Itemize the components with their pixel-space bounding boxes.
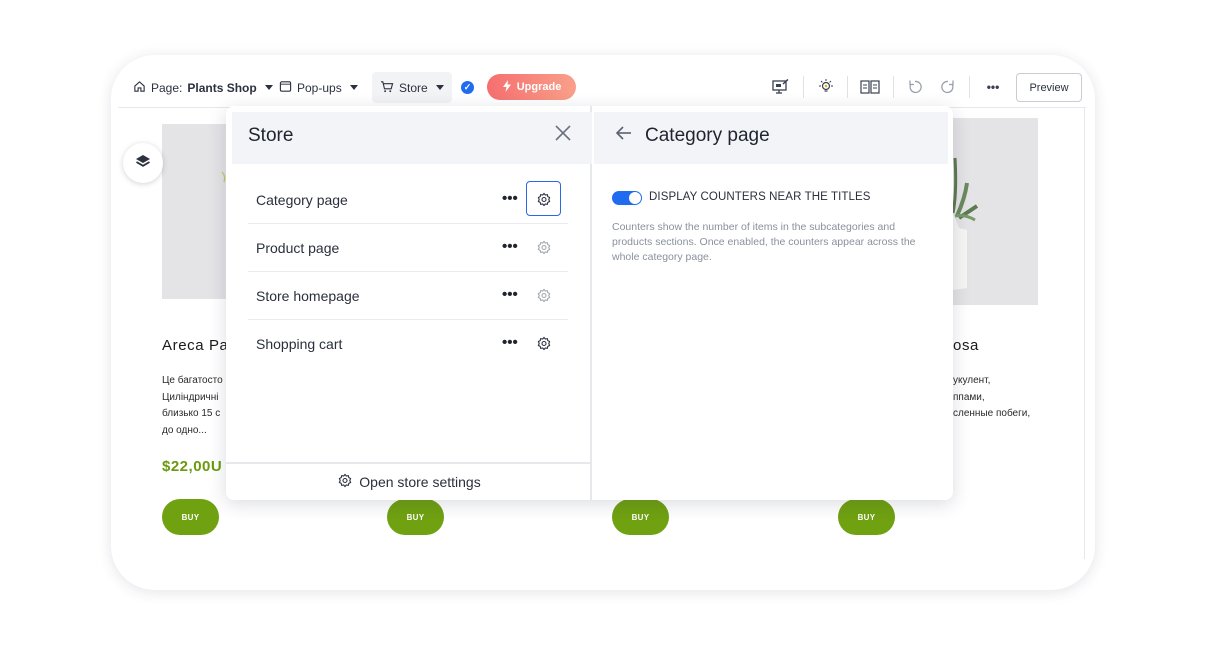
list-item-category-page[interactable]: Category page ••• xyxy=(248,176,568,224)
list-item-store-homepage[interactable]: Store homepage ••• xyxy=(248,272,568,320)
gear-icon[interactable] xyxy=(535,287,553,305)
popups-label: Pop-ups xyxy=(297,80,342,95)
list-item-label: Store homepage xyxy=(256,287,360,304)
store-pages-column: Store Category page ••• Product page ••• xyxy=(226,106,592,500)
desc-line: сленные побеги, xyxy=(953,408,1031,419)
more-icon[interactable]: ••• xyxy=(502,238,518,255)
book-icon[interactable] xyxy=(860,77,880,97)
toggle-knob xyxy=(629,192,641,204)
chevron-down-icon xyxy=(349,85,358,90)
more-icon[interactable]: ••• xyxy=(502,190,518,207)
home-icon xyxy=(133,80,146,96)
buy-button[interactable]: BUY xyxy=(387,499,444,535)
layers-button[interactable] xyxy=(123,143,163,183)
upgrade-label: Upgrade xyxy=(516,81,562,93)
detail-panel-title: Category page xyxy=(645,125,770,146)
page-prefix: Page: xyxy=(151,80,183,95)
upgrade-button[interactable]: Upgrade xyxy=(487,74,576,100)
more-icon[interactable]: ••• xyxy=(983,77,1003,97)
desc-line: Це багатосто xyxy=(162,375,223,386)
display-counters-toggle[interactable] xyxy=(612,191,642,205)
product-title[interactable]: osa xyxy=(953,337,979,354)
popup-window-icon xyxy=(279,80,292,96)
lightbulb-icon[interactable] xyxy=(816,77,836,97)
product-description: укулент, ппами, сленные побеги, xyxy=(953,373,1030,423)
store-label: Store xyxy=(399,80,428,95)
redo-icon[interactable] xyxy=(938,77,958,97)
buy-button[interactable]: BUY xyxy=(838,499,895,535)
layers-icon xyxy=(134,153,152,174)
page-selector[interactable]: Page: Plants Shop xyxy=(127,72,279,103)
check-badge-icon: ✓ xyxy=(461,81,474,94)
gear-icon xyxy=(337,473,353,492)
store-menu[interactable]: Store xyxy=(372,72,452,103)
list-item-product-page[interactable]: Product page ••• xyxy=(248,224,568,272)
close-icon[interactable] xyxy=(553,123,573,143)
product-title[interactable]: Areca Pa xyxy=(162,337,229,354)
product-price: $22,00U xyxy=(162,458,223,475)
lightning-icon xyxy=(502,79,512,95)
toolbar-divider xyxy=(803,76,804,98)
undo-icon[interactable] xyxy=(905,77,925,97)
desc-line: до одно... xyxy=(162,424,207,436)
store-panel: Store Category page ••• Product page ••• xyxy=(226,106,953,500)
toolbar-divider xyxy=(969,76,970,98)
plant-leaf-icon xyxy=(221,171,226,183)
more-icon[interactable]: ••• xyxy=(502,334,518,351)
gear-icon[interactable] xyxy=(535,239,553,257)
category-page-settings: Category page DISPLAY COUNTERS NEAR THE … xyxy=(594,106,953,500)
toolbar-divider xyxy=(847,76,848,98)
desc-line: Циліндричні xyxy=(162,391,219,403)
product-image[interactable] xyxy=(951,118,1038,305)
display-counters-help-text: Counters show the number of items in the… xyxy=(612,221,916,263)
popups-menu[interactable]: Pop-ups xyxy=(273,72,364,103)
list-item-shopping-cart[interactable]: Shopping cart ••• xyxy=(248,320,568,368)
canvas-edge xyxy=(1084,107,1085,559)
desc-line: укулент, xyxy=(953,375,991,386)
buy-button[interactable]: BUY xyxy=(612,499,669,535)
list-item-label: Product page xyxy=(256,239,340,256)
preview-button[interactable]: Preview xyxy=(1016,73,1082,102)
succulent-plant-icon xyxy=(951,157,979,290)
product-image[interactable] xyxy=(162,124,228,299)
store-panel-title: Store xyxy=(248,125,294,146)
gear-icon[interactable] xyxy=(535,335,553,353)
display-counters-label: DISPLAY COUNTERS NEAR THE TITLES xyxy=(649,191,871,203)
chevron-down-icon xyxy=(264,85,273,90)
list-item-label: Shopping cart xyxy=(256,336,343,352)
buy-button[interactable]: BUY xyxy=(162,499,219,535)
store-pages-list: Category page ••• Product page ••• Store… xyxy=(248,176,568,368)
desc-line: близько 15 с xyxy=(162,408,221,419)
more-icon[interactable]: ••• xyxy=(502,286,518,303)
chevron-down-icon xyxy=(435,85,444,90)
toolbar-divider xyxy=(893,76,894,98)
gear-icon[interactable] xyxy=(535,191,553,209)
back-arrow-icon[interactable] xyxy=(614,123,634,148)
product-description: Це багатосто Циліндричні близько 15 с до… xyxy=(162,373,223,439)
page-name: Plants Shop xyxy=(187,80,257,95)
cart-icon xyxy=(380,80,394,96)
open-store-settings-button[interactable]: Open store settings xyxy=(226,462,592,500)
open-store-settings-label: Open store settings xyxy=(359,474,481,490)
monitor-edit-icon[interactable] xyxy=(771,77,791,97)
list-item-label: Category page xyxy=(256,191,348,208)
desc-line: ппами, xyxy=(953,391,985,403)
